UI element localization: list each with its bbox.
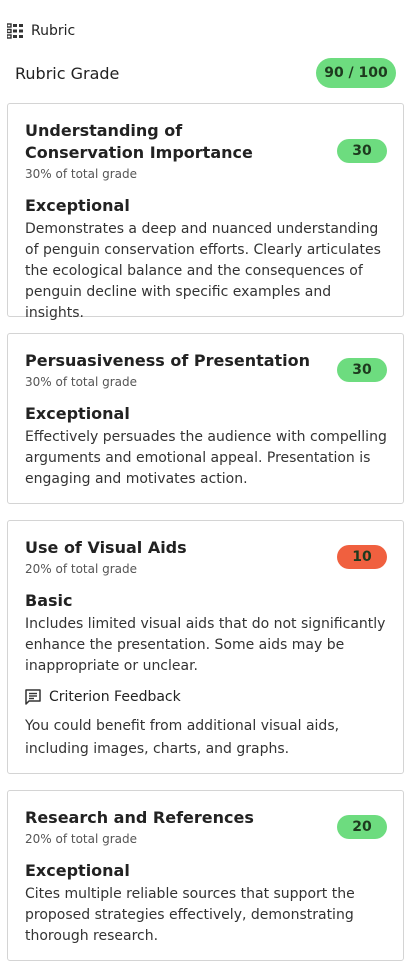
- rubric-header: Rubric: [7, 22, 75, 40]
- criterion-description: Cites multiple reliable sources that sup…: [25, 886, 355, 944]
- rubric-grade-row: Rubric Grade 90 / 100: [15, 58, 396, 88]
- criterion-card-research: Research and References 20% of total gra…: [7, 790, 404, 961]
- criterion-title: Research and References: [25, 808, 254, 827]
- criterion-weight: 30% of total grade: [25, 167, 138, 181]
- criterion-feedback-header: Criterion Feedback: [25, 687, 387, 707]
- criterion-card-conservation: Understanding of Conservation Importance…: [7, 103, 404, 321]
- criterion-title: Persuasiveness of Presentation: [25, 351, 311, 370]
- criterion-level: Exceptional: [25, 196, 130, 215]
- criterion-score-badge: 30: [337, 358, 387, 382]
- criterion-feedback-text: You could benefit from additional visual…: [25, 718, 340, 757]
- criterion-score-badge: 30: [337, 139, 387, 163]
- criterion-level: Basic: [25, 591, 73, 610]
- criterion-description: Effectively persuades the audience with …: [25, 429, 387, 487]
- criterion-title: Understanding of Conservation Importance: [25, 121, 253, 162]
- rubric-label: Rubric: [31, 23, 76, 39]
- criterion-score-badge: 20: [337, 815, 387, 839]
- criterion-level: Exceptional: [25, 404, 130, 423]
- total-grade-badge: 90 / 100: [316, 58, 396, 88]
- criterion-score-badge: 10: [337, 545, 387, 569]
- feedback-comment-icon: [25, 689, 41, 705]
- criterion-weight: 30% of total grade: [25, 375, 138, 389]
- criterion-card-persuasiveness: Persuasiveness of Presentation 30% of to…: [7, 333, 404, 504]
- criterion-feedback-label: Criterion Feedback: [49, 689, 181, 705]
- rubric-grid-icon: [7, 23, 23, 39]
- criterion-weight: 20% of total grade: [25, 832, 138, 846]
- criterion-title: Use of Visual Aids: [25, 538, 187, 557]
- criterion-description: Demonstrates a deep and nuanced understa…: [25, 221, 381, 321]
- rubric-grade-title: Rubric Grade: [15, 63, 120, 83]
- criterion-card-visual-aids: Use of Visual Aids 20% of total grade 10…: [7, 520, 404, 774]
- criterion-level: Exceptional: [25, 861, 130, 880]
- criterion-weight: 20% of total grade: [25, 562, 138, 576]
- criterion-description: Includes limited visual aids that do not…: [25, 616, 386, 674]
